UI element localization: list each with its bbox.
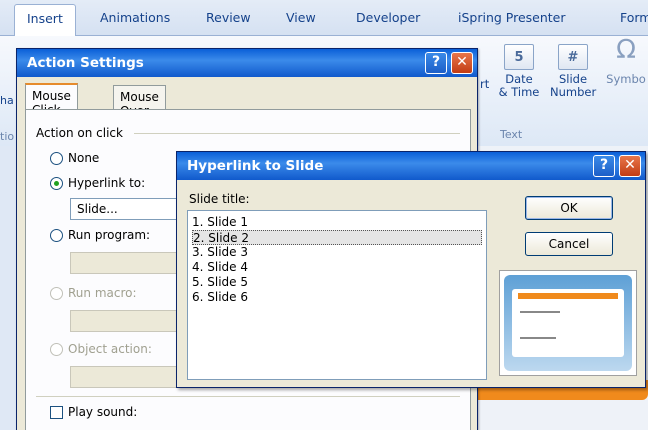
ribbon-left-fragment-2: tio <box>0 130 15 143</box>
tab-format[interactable]: Form <box>620 10 648 25</box>
slide-title-label: Slide title: <box>189 192 250 206</box>
date-time-button[interactable]: 5 Date & Time <box>496 44 542 99</box>
run-program-radio[interactable] <box>50 229 63 242</box>
tab-developer[interactable]: Developer <box>356 10 420 25</box>
art-fragment: rt <box>480 77 490 91</box>
tab-mouse-over[interactable]: Mouse Over <box>113 85 166 118</box>
date-time-label-2: & Time <box>498 85 540 99</box>
action-settings-titlebar[interactable]: Action Settings ? ✕ <box>17 49 477 77</box>
play-sound-label: Play sound: <box>68 405 138 419</box>
omega-icon: Ω <box>616 35 636 65</box>
action-on-click-label: Action on click <box>36 126 123 140</box>
hyperlink-label: Hyperlink to: <box>68 176 146 190</box>
ok-button[interactable]: OK <box>525 196 613 220</box>
help-button[interactable]: ? <box>593 155 615 177</box>
tab-review[interactable]: Review <box>206 10 251 25</box>
sound-divider <box>36 396 460 397</box>
radio-selected-dot <box>54 181 59 186</box>
run-macro-label: Run macro: <box>68 286 137 300</box>
ribbon-tab-strip: Insert Animations Review View Developer … <box>0 0 648 37</box>
slide-preview-thumbnail <box>499 270 637 376</box>
ribbon-left-fragment: ha <box>0 94 14 107</box>
tab-mouse-click[interactable]: Mouse Click <box>25 83 78 117</box>
none-radio[interactable] <box>50 152 63 165</box>
play-sound-checkbox[interactable] <box>50 406 63 419</box>
slide-preview-menu-bar <box>518 293 618 299</box>
run-program-field[interactable] <box>70 252 182 274</box>
list-item[interactable]: 4. Slide 4 <box>192 260 482 275</box>
object-action-field[interactable] <box>70 366 182 388</box>
symbol-label: Symbo <box>606 72 646 86</box>
close-button[interactable]: ✕ <box>451 52 473 74</box>
calendar-icon: 5 <box>504 44 534 70</box>
cancel-button[interactable]: Cancel <box>525 232 613 256</box>
list-item[interactable]: 3. Slide 3 <box>192 245 482 260</box>
list-item[interactable]: 1. Slide 1 <box>192 215 482 230</box>
tab-insert[interactable]: Insert <box>14 4 76 37</box>
run-macro-field[interactable] <box>70 310 182 332</box>
list-item-selected[interactable]: 2. Slide 2 <box>192 230 482 245</box>
hyperlink-dialog-title: Hyperlink to Slide <box>187 158 324 174</box>
list-item[interactable]: 5. Slide 5 <box>192 275 482 290</box>
tab-ispring-presenter[interactable]: iSpring Presenter <box>458 10 566 25</box>
run-macro-radio[interactable] <box>50 287 63 300</box>
slide-number-icon: # <box>558 44 588 70</box>
dialog-title: Action Settings <box>27 55 144 71</box>
hyperlink-dropdown[interactable]: Slide... <box>70 198 182 220</box>
slide-preview-page <box>512 289 624 357</box>
text-group-label: Text <box>500 128 523 141</box>
group-divider <box>134 133 460 134</box>
run-program-label: Run program: <box>68 228 151 242</box>
symbol-button[interactable]: Ω Symbo <box>604 35 648 86</box>
list-item[interactable]: 6. Slide 6 <box>192 290 482 305</box>
slide-number-button[interactable]: # Slide Number <box>550 44 596 99</box>
slide-preview-line <box>520 337 556 339</box>
slide-list[interactable]: 1. Slide 1 2. Slide 2 3. Slide 3 4. Slid… <box>187 210 487 380</box>
object-action-radio[interactable] <box>50 343 63 356</box>
hyperlink-titlebar[interactable]: Hyperlink to Slide ? ✕ <box>177 152 645 180</box>
tab-animations[interactable]: Animations <box>100 10 170 25</box>
close-button[interactable]: ✕ <box>619 155 641 177</box>
object-action-label: Object action: <box>68 342 152 356</box>
slide-preview-line <box>520 311 560 313</box>
hyperlink-to-slide-dialog: Hyperlink to Slide ? ✕ Slide title: 1. S… <box>176 151 646 388</box>
slide-number-label-2: Number <box>550 85 597 99</box>
none-label: None <box>68 151 100 165</box>
help-button[interactable]: ? <box>425 52 447 74</box>
slide-preview-image <box>504 275 632 371</box>
tab-view[interactable]: View <box>286 10 316 25</box>
hyperlink-radio[interactable] <box>50 177 63 190</box>
